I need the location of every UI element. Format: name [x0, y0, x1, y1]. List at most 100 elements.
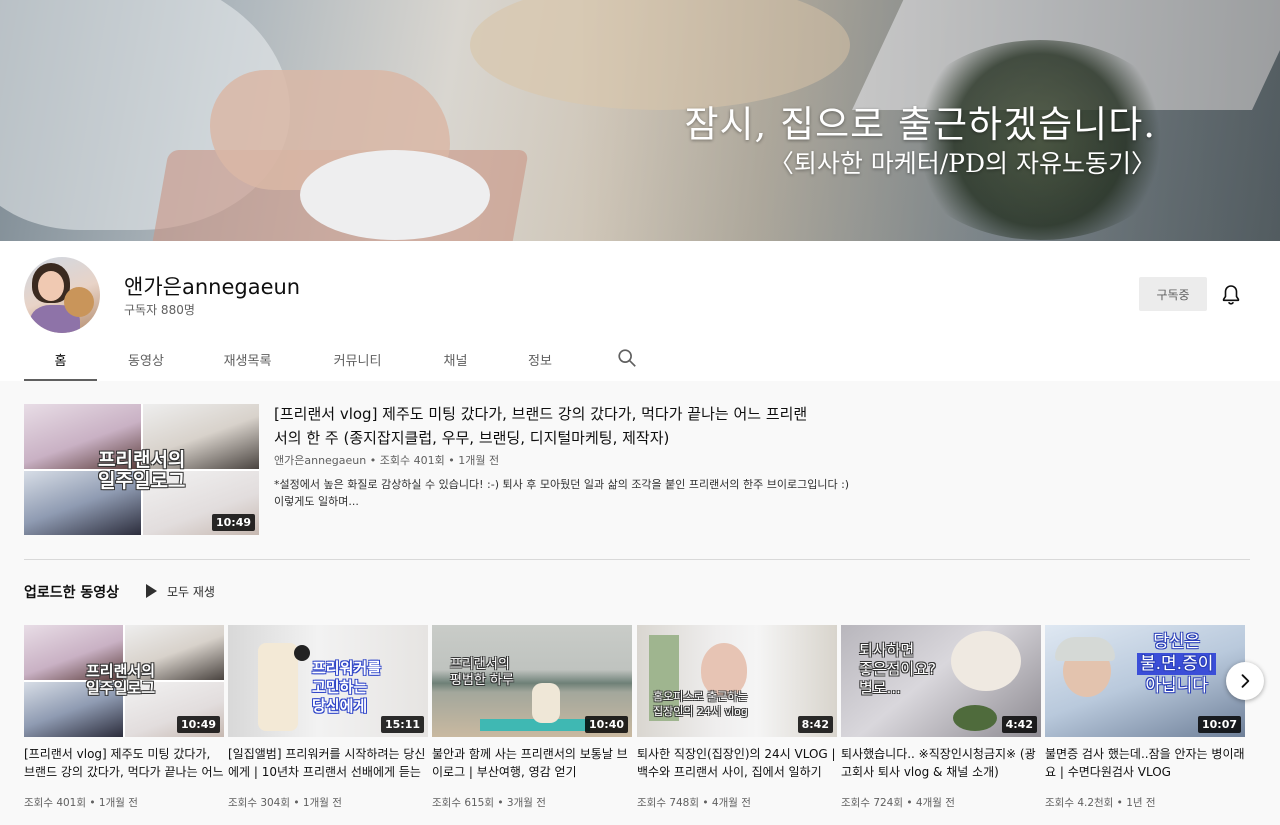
thumb-text-line: 프리워커를 — [312, 659, 382, 677]
meta-dot: • — [903, 797, 916, 809]
thumb-dog — [951, 631, 1021, 691]
video-duration: 10:49 — [176, 716, 220, 733]
thumb-text: 퇴사하면 좋은점이요? 별로... — [859, 641, 936, 698]
featured-channel-link[interactable]: 앤가은annegaeun — [274, 454, 366, 467]
avatar-face — [38, 271, 64, 301]
subscriber-count: 구독자 880명 — [124, 303, 195, 317]
thumb-text-line: 평범한 하루 — [450, 673, 514, 688]
video-age: 3개월 전 — [506, 797, 546, 809]
section-divider — [24, 559, 1250, 560]
thumb-text-line: 당신에게 — [312, 697, 368, 715]
video-title[interactable]: 퇴사했습니다.. ※직장인시청금지※ (광고회사 퇴사 vlog & 채널 소개… — [841, 745, 1041, 781]
thumb-text-line: 퇴사하면 — [859, 641, 915, 659]
thumb-text-line: 불.면.증이 — [1137, 653, 1217, 675]
meta-dot: • — [494, 797, 507, 809]
tab-playlists[interactable]: 재생목록 — [195, 337, 300, 381]
featured-video-thumbnail[interactable]: 프리랜서의 일주일로그 10:49 — [24, 404, 259, 535]
thumb-text: 당신은 불.면.증이 아닙니다 — [1137, 631, 1217, 697]
video-views: 조회수 724회 — [841, 797, 904, 809]
video-thumbnail[interactable]: 프리워커를 고민하는 당신에게 15:11 — [228, 625, 428, 737]
video-title[interactable]: 불안과 함께 사는 프리랜서의 보통날 브이로그 | 부산여행, 영감 얻기 — [432, 745, 632, 781]
video-card[interactable]: 프리랜서의 일주일로그 10:49 [프리랜서 vlog] 제주도 미팅 갔다가… — [24, 625, 224, 810]
meta-dot: • — [1113, 797, 1127, 809]
banner-title: 잠시, 집으로 출근하겠습니다. — [684, 103, 1156, 146]
video-meta: 조회수 401회 • 1개월 전 — [24, 795, 224, 810]
search-icon[interactable] — [616, 347, 638, 369]
video-duration: 10:07 — [1197, 716, 1241, 733]
banner-subtitle: 〈퇴사한 마케터/PD의 자유노동기〉 — [768, 149, 1156, 178]
video-meta: 조회수 615회 • 3개월 전 — [432, 795, 632, 810]
thumb-text-line: 아닙니다 — [1145, 676, 1208, 696]
video-title[interactable]: [일집앨범] 프리워커를 시작하려는 당신에게 | 10년차 프리랜서 선배에게… — [228, 745, 428, 781]
thumb-text-line: 프리랜서의 — [450, 657, 510, 672]
thumb-text: 프리랜서의 평범한 하루 — [450, 657, 514, 689]
tab-home[interactable]: 홈 — [24, 337, 97, 381]
video-duration: 4:42 — [1001, 716, 1037, 733]
featured-video-description: *설정에서 높은 화질로 감상하실 수 있습니다! :-) 퇴사 후 모아뒀던 … — [274, 478, 850, 508]
thumb-text-line: 당신은 — [1153, 632, 1201, 652]
thumb-text: 홈오피스로 출근하는 집장인의 24시 vlog — [653, 689, 748, 719]
tab-about[interactable]: 정보 — [496, 337, 584, 381]
video-age: 4개월 전 — [711, 797, 751, 809]
video-title[interactable]: 퇴사한 직장인(집장인)의 24시 VLOG | 백수와 프리랜서 사이, 집에… — [637, 745, 837, 781]
channel-avatar[interactable] — [24, 257, 100, 333]
video-views: 조회수 401회 — [24, 797, 87, 809]
video-meta: 조회수 4.2천회 • 1년 전 — [1045, 795, 1245, 810]
tab-community[interactable]: 커뮤니티 — [300, 337, 415, 381]
thumb-text-line: 일주일로그 — [86, 679, 156, 697]
thumb-record-icon — [294, 645, 310, 661]
meta-dot: • — [86, 797, 99, 809]
video-age: 1개월 전 — [302, 797, 342, 809]
featured-thumb-text: 프리랜서의 일주일로그 — [98, 450, 185, 492]
play-all-label: 모두 재생 — [167, 584, 215, 599]
thumb-text-line: 일주일로그 — [98, 470, 186, 492]
featured-video-meta: 앤가은annegaeun • 조회수 401회 • 1개월 전 — [274, 452, 499, 468]
uploads-section-title[interactable]: 업로드한 동영상 — [24, 582, 119, 602]
video-thumbnail[interactable]: 프리랜서의 일주일로그 10:49 — [24, 625, 224, 737]
next-videos-button[interactable] — [1226, 662, 1264, 700]
notification-bell-icon[interactable] — [1219, 283, 1243, 307]
video-age: 4개월 전 — [915, 797, 955, 809]
thumb-cap — [1055, 637, 1115, 661]
channel-tabs: 홈 동영상 재생목록 커뮤니티 채널 정보 — [24, 337, 636, 381]
video-duration: 15:11 — [380, 716, 424, 733]
video-thumbnail[interactable]: 당신은 불.면.증이 아닙니다 10:07 — [1045, 625, 1245, 737]
play-icon — [146, 584, 157, 598]
video-views: 조회수 304회 — [228, 797, 291, 809]
video-duration: 10:49 — [211, 514, 255, 531]
thumb-text-line: 프리랜서의 — [86, 662, 156, 680]
channel-header: 앤가은annegaeun 구독자 880명 구독중 홈 동영상 재생목록 커뮤니… — [0, 241, 1280, 381]
meta-dot: • — [448, 454, 459, 467]
video-card[interactable]: 홈오피스로 출근하는 집장인의 24시 vlog 8:42 퇴사한 직장인(집장… — [637, 625, 837, 810]
avatar-dog — [64, 287, 94, 317]
thumb-text-line: 별로... — [859, 679, 901, 697]
video-age: 1년 전 — [1126, 797, 1156, 809]
video-card[interactable]: 당신은 불.면.증이 아닙니다 10:07 불면증 검사 했는데..잠을 안자는… — [1045, 625, 1245, 810]
featured-views: 조회수 401회 — [379, 454, 445, 467]
meta-dot: • — [699, 797, 712, 809]
video-title[interactable]: 불면증 검사 했는데..잠을 안자는 병이래요 | 수면다원검사 VLOG — [1045, 745, 1245, 781]
meta-dot: • — [290, 797, 303, 809]
tab-channels[interactable]: 채널 — [415, 337, 496, 381]
video-thumbnail[interactable]: 홈오피스로 출근하는 집장인의 24시 vlog 8:42 — [637, 625, 837, 737]
video-meta: 조회수 748회 • 4개월 전 — [637, 795, 837, 810]
thumb-text-line: 집장인의 24시 vlog — [653, 705, 748, 718]
video-card[interactable]: 프리워커를 고민하는 당신에게 15:11 [일집앨범] 프리워커를 시작하려는… — [228, 625, 428, 810]
tab-videos[interactable]: 동영상 — [97, 337, 195, 381]
video-title[interactable]: [프리랜서 vlog] 제주도 미팅 갔다가, 브랜드 강의 갔다가, 먹다가 … — [24, 745, 224, 781]
video-thumbnail[interactable]: 프리랜서의 평범한 하루 10:40 — [432, 625, 632, 737]
video-views: 조회수 748회 — [637, 797, 700, 809]
thumb-figure — [258, 643, 298, 731]
meta-dot: • — [369, 454, 380, 467]
video-views: 조회수 615회 — [432, 797, 495, 809]
thumb-text: 프리워커를 고민하는 당신에게 — [312, 659, 381, 716]
video-thumbnail[interactable]: 퇴사하면 좋은점이요? 별로... 4:42 — [841, 625, 1041, 737]
featured-video-title[interactable]: [프리랜서 vlog] 제주도 미팅 갔다가, 브랜드 강의 갔다가, 먹다가 … — [274, 402, 814, 450]
video-card[interactable]: 프리랜서의 평범한 하루 10:40 불안과 함께 사는 프리랜서의 보통날 브… — [432, 625, 632, 810]
subscribe-button[interactable]: 구독중 — [1139, 277, 1207, 311]
video-card[interactable]: 퇴사하면 좋은점이요? 별로... 4:42 퇴사했습니다.. ※직장인시청금지… — [841, 625, 1041, 810]
thumb-figure — [532, 683, 560, 723]
thumb-text-line: 프리랜서의 — [98, 449, 186, 471]
video-meta: 조회수 304회 • 1개월 전 — [228, 795, 428, 810]
play-all-button[interactable]: 모두 재생 — [146, 580, 215, 602]
